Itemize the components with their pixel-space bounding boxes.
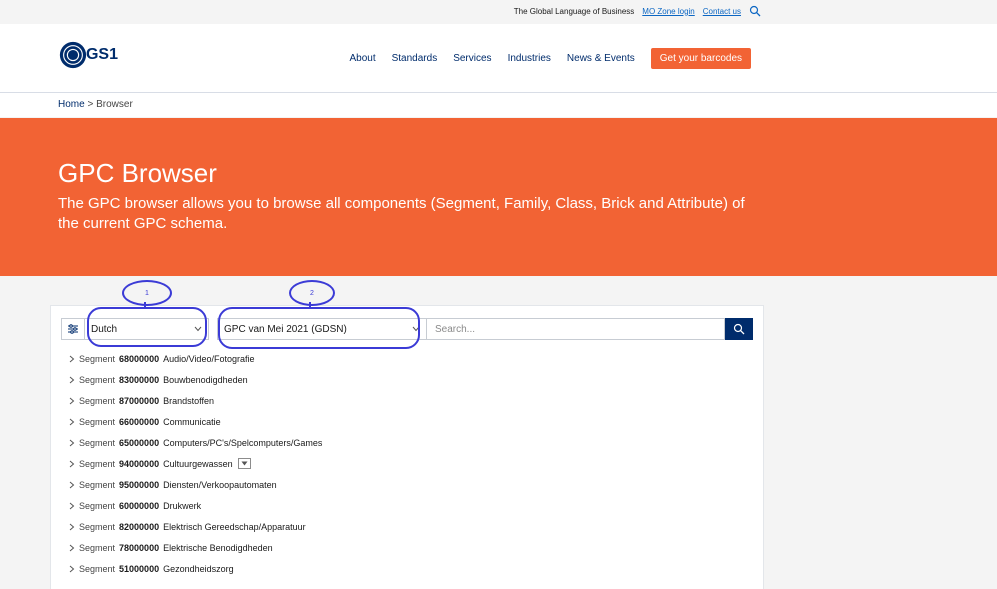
utility-links: The Global Language of Business MO Zone … (514, 5, 761, 17)
tree-row-name: Elektrisch Gereedschap/Apparatuur (163, 521, 306, 532)
tree-row-name: Elektrische Benodigdheden (163, 542, 273, 553)
logo-text: GS1 (85, 46, 118, 63)
search-icon (733, 323, 745, 335)
tree-row-code: 65000000 (119, 437, 160, 448)
tree-row-label: Segment (79, 416, 116, 427)
tree-row-name: Drukwerk (163, 500, 202, 511)
tree-row-code: 68000000 (119, 353, 160, 364)
gs1-logo[interactable]: GS1 (58, 38, 118, 72)
sliders-icon (68, 324, 78, 334)
breadcrumb: Home > Browser (0, 93, 997, 117)
nav-standards[interactable]: Standards (392, 53, 438, 64)
tree-row[interactable]: Segment 51000000 Gezondheidszorg (69, 558, 749, 579)
breadcrumb-separator: > (87, 99, 94, 110)
chevron-right-icon[interactable] (69, 502, 79, 510)
search-button[interactable] (725, 318, 753, 340)
tree-row-code: 78000000 (119, 542, 160, 553)
tree-row[interactable]: Segment 68000000 Audio/Video/Fotografie (69, 348, 749, 369)
chevron-right-icon[interactable] (69, 565, 79, 573)
chevron-right-icon[interactable] (69, 439, 79, 447)
tree-row-label: Segment (79, 563, 116, 574)
expand-dropdown-icon[interactable] (237, 458, 251, 469)
tree-row[interactable]: Segment 60000000 Drukwerk (69, 495, 749, 516)
tree-row-name: Bouwbenodigdheden (163, 374, 248, 385)
annotation-tail-2 (309, 302, 311, 308)
chevron-right-icon[interactable] (69, 460, 79, 468)
tree-row-name: Brandstoffen (163, 395, 214, 406)
tree-row-code: 83000000 (119, 374, 160, 385)
nav-services[interactable]: Services (453, 53, 491, 64)
tree-row[interactable]: Segment 94000000 Cultuurgewassen (69, 453, 749, 474)
chevron-right-icon[interactable] (69, 544, 79, 552)
main-nav: About Standards Services Industries News… (349, 48, 751, 69)
chevron-right-icon[interactable] (69, 523, 79, 531)
tree-row-label: Segment (79, 542, 116, 553)
tree-row-name: Diensten/Verkoopautomaten (163, 479, 277, 490)
tree-row-name: Computers/PC's/Spelcomputers/Games (163, 437, 323, 448)
search-input[interactable]: Search... (427, 318, 725, 340)
tree-row-code: 82000000 (119, 521, 160, 532)
tree-row-label: Segment (79, 458, 116, 469)
tree-row[interactable]: Segment 78000000 Elektrische Benodigdhed… (69, 537, 749, 558)
chevron-right-icon[interactable] (69, 418, 79, 426)
tree-row-name: Audio/Video/Fotografie (163, 353, 255, 364)
tree-row-label: Segment (79, 437, 116, 448)
nav-industries[interactable]: Industries (508, 53, 551, 64)
tree-row-name: Gezondheidszorg (163, 563, 234, 574)
annotation-outline-language (87, 307, 207, 347)
breadcrumb-trail: Home > Browser (58, 99, 133, 110)
tagline: The Global Language of Business (513, 6, 635, 16)
annotation-outline-version (218, 307, 420, 349)
nav-about[interactable]: About (349, 53, 375, 64)
tree-row-label: Segment (79, 521, 116, 532)
segment-tree: Segment 68000000 Audio/Video/Fotografie … (69, 348, 749, 579)
page-description: The GPC browser allows you to browse all… (58, 195, 745, 232)
tree-row[interactable]: Segment 87000000 Brandstoffen (69, 390, 749, 411)
tree-row-code: 94000000 (119, 458, 160, 469)
annotation-bubble-2: 2 (289, 280, 335, 306)
tree-row-name: Cultuurgewassen (163, 458, 233, 469)
tree-row-code: 95000000 (119, 479, 160, 490)
tree-row-code: 60000000 (119, 500, 160, 511)
gs1-logo-icon (59, 41, 87, 69)
main-header: GS1 About Standards Services Industries … (0, 24, 997, 93)
tree-row[interactable]: Segment 65000000 Computers/PC's/Spelcomp… (69, 432, 749, 453)
control-gap (209, 318, 217, 340)
chevron-right-icon[interactable] (69, 376, 79, 384)
tree-row-label: Segment (79, 500, 116, 511)
tree-row[interactable]: Segment 66000000 Communicatie (69, 411, 749, 432)
breadcrumb-home[interactable]: Home (58, 99, 85, 110)
tree-row-code: 87000000 (119, 395, 160, 406)
get-barcodes-button[interactable]: Get your barcodes (650, 48, 751, 69)
annotation-bubble-1: 1 (122, 280, 172, 306)
tree-row[interactable]: Segment 83000000 Bouwbenodigdheden (69, 369, 749, 390)
hero-banner: GPC Browser The GPC browser allows you t… (0, 118, 997, 276)
page-title: GPC Browser (58, 158, 217, 188)
tree-row[interactable]: Segment 82000000 Elektrisch Gereedschap/… (69, 516, 749, 537)
tree-row-label: Segment (79, 479, 116, 490)
tree-row-label: Segment (79, 353, 116, 364)
tree-row-label: Segment (79, 374, 116, 385)
annotation-tail-1 (144, 302, 146, 308)
tree-row-label: Segment (79, 395, 116, 406)
contact-us-link[interactable]: Contact us (703, 7, 741, 16)
chevron-right-icon[interactable] (69, 397, 79, 405)
chevron-right-icon[interactable] (69, 481, 79, 489)
mo-zone-login-link[interactable]: MO Zone login (642, 7, 694, 16)
utility-bar: The Global Language of Business MO Zone … (0, 0, 997, 24)
breadcrumb-current: Browser (96, 99, 133, 110)
filter-button[interactable] (61, 318, 85, 340)
tree-row-name: Communicatie (163, 416, 221, 427)
chevron-right-icon[interactable] (69, 355, 79, 363)
tree-row-code: 66000000 (119, 416, 160, 427)
tree-row-code: 51000000 (119, 563, 160, 574)
search-icon[interactable] (749, 5, 761, 17)
search-placeholder: Search... (435, 323, 476, 335)
tree-row[interactable]: Segment 95000000 Diensten/Verkoopautomat… (69, 474, 749, 495)
nav-news-events[interactable]: News & Events (567, 53, 635, 64)
